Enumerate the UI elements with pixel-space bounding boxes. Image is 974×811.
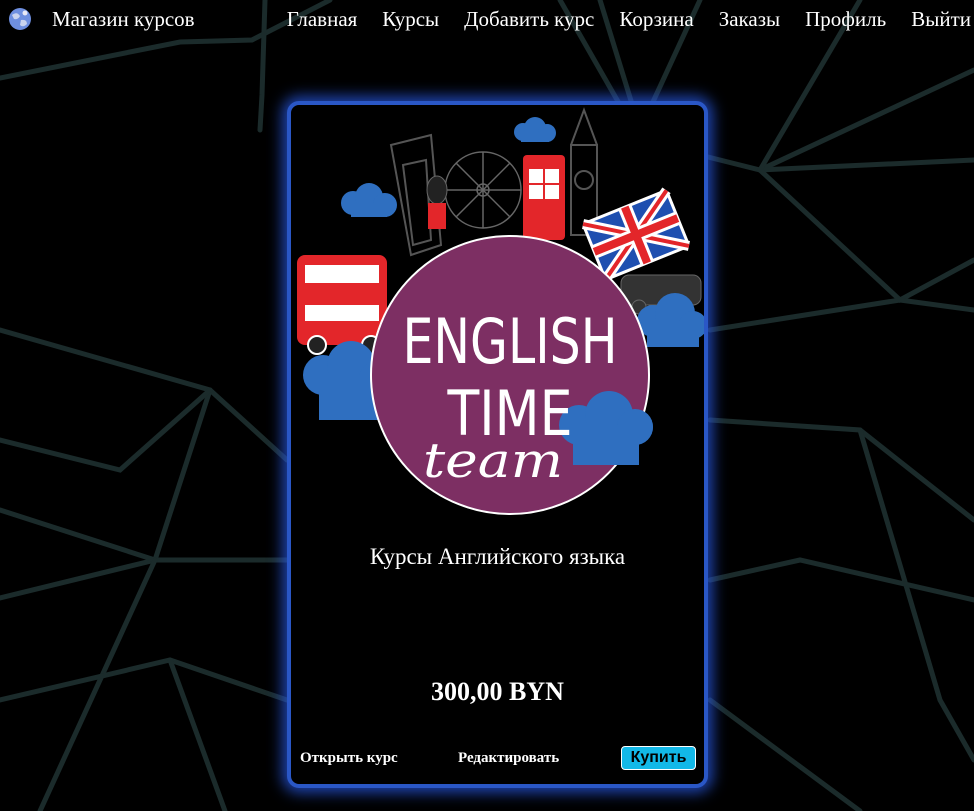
course-title: Курсы Английского языка xyxy=(369,544,626,569)
guard-icon xyxy=(426,175,448,229)
nav-logout[interactable]: Выйти xyxy=(911,7,971,31)
nav-courses[interactable]: Курсы xyxy=(382,7,439,31)
logo-text-english: ENGLISH xyxy=(403,305,618,378)
brand-link[interactable]: Магазин курсов xyxy=(52,7,195,31)
big-ben-icon xyxy=(570,107,598,236)
course-price: 300,00 BYN xyxy=(431,677,564,706)
bus-icon xyxy=(297,255,387,355)
nav-orders[interactable]: Заказы xyxy=(719,7,780,31)
nav-cart[interactable]: Корзина xyxy=(619,7,693,31)
course-card: ENGLISH TIME team Курсы Английского язык… xyxy=(287,101,708,788)
ferris-wheel-icon xyxy=(444,151,522,229)
globe-logo-icon[interactable] xyxy=(8,7,32,31)
nav-profile[interactable]: Профиль xyxy=(805,7,886,31)
top-navbar: Магазин курсов Главная Курсы Добавить ку… xyxy=(0,0,974,40)
union-jack-icon xyxy=(582,187,690,283)
nav-links: Главная Курсы Добавить курс Корзина Зака… xyxy=(262,7,971,31)
buy-button[interactable]: Купить xyxy=(621,746,696,770)
nav-add-course[interactable]: Добавить курс xyxy=(464,7,594,31)
phone-box-icon xyxy=(523,155,565,240)
course-image: ENGLISH TIME team xyxy=(297,107,704,515)
course-actions: Открыть курс Редактировать Купить xyxy=(291,746,704,772)
open-course-button[interactable]: Открыть курс xyxy=(300,750,398,767)
edit-course-button[interactable]: Редактировать xyxy=(458,750,559,767)
nav-home[interactable]: Главная xyxy=(287,7,358,31)
logo-text-team: team xyxy=(423,433,563,489)
